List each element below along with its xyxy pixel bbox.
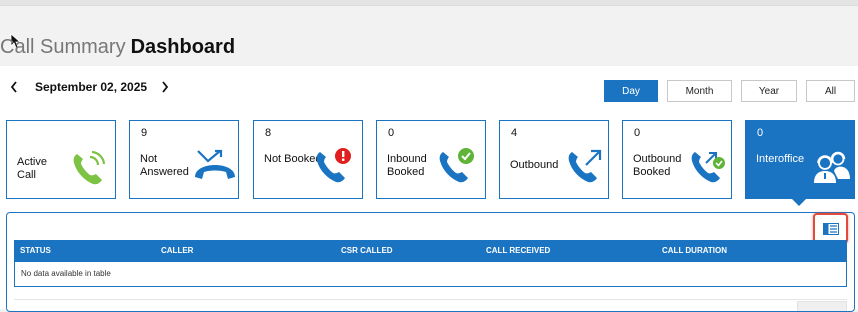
current-date: September 02, 2025 xyxy=(35,80,148,94)
page-title-bold: Dashboard xyxy=(130,36,236,58)
page-title-light: Call Summary xyxy=(0,36,126,58)
phone-check-icon xyxy=(437,147,477,190)
pagination-control[interactable] xyxy=(797,301,847,311)
period-year-button[interactable]: Year xyxy=(741,80,797,102)
date-navigator: September 02, 2025 xyxy=(6,79,173,95)
agents-icon xyxy=(810,149,852,190)
dashboard-panel: September 02, 2025 Day Month Year All Ac… xyxy=(0,66,858,312)
phone-alert-icon xyxy=(314,147,354,190)
column-status[interactable]: STATUS xyxy=(20,240,51,262)
phone-ringing-icon xyxy=(71,149,107,192)
table-empty-row: No data available in table xyxy=(14,262,847,287)
card-not-booked[interactable]: 8 Not Booked xyxy=(253,120,363,199)
card-active-call[interactable]: Active Call xyxy=(6,120,116,199)
card-label: Interoffice xyxy=(756,153,805,165)
table-footer-divider xyxy=(14,299,847,300)
period-month-button[interactable]: Month xyxy=(667,80,732,102)
card-label: Outbound Booked xyxy=(633,153,682,178)
page-title: Call Summary Dashboard xyxy=(0,36,235,59)
column-caller[interactable]: CALLER xyxy=(161,240,193,262)
top-bar xyxy=(0,0,858,6)
card-count: 0 xyxy=(634,127,641,139)
card-outbound-booked[interactable]: 0 Outbound Booked xyxy=(622,120,732,199)
period-day-button[interactable]: Day xyxy=(604,80,658,102)
export-table-icon xyxy=(822,222,839,235)
column-call-duration[interactable]: CALL DURATION xyxy=(662,240,727,262)
card-interoffice[interactable]: 0 Interoffice xyxy=(745,120,855,199)
column-call-received[interactable]: CALL RECEIVED xyxy=(486,240,550,262)
column-csr-called[interactable]: CSR CALLED xyxy=(341,240,393,262)
table-header: STATUS CALLER CSR CALLED CALL RECEIVED C… xyxy=(14,240,847,262)
card-outbound[interactable]: 4 Outbound xyxy=(499,120,609,199)
phone-outgoing-icon xyxy=(566,147,606,190)
card-label: Active Call xyxy=(17,156,47,181)
card-count: 0 xyxy=(388,127,395,139)
chevron-right-icon[interactable] xyxy=(157,79,173,95)
chevron-left-icon[interactable] xyxy=(6,79,22,95)
phone-outgoing-check-icon xyxy=(689,147,729,190)
card-count: 9 xyxy=(141,127,148,139)
card-count: 4 xyxy=(511,127,518,139)
missed-call-icon xyxy=(194,147,236,186)
card-label: Outbound xyxy=(510,159,559,171)
period-all-button[interactable]: All xyxy=(806,80,855,102)
active-card-caret xyxy=(792,199,806,206)
card-label: Not Answered xyxy=(140,153,189,178)
card-count: 0 xyxy=(757,127,764,139)
card-not-answered[interactable]: 9 Not Answered xyxy=(129,120,239,199)
card-count: 8 xyxy=(265,127,272,139)
card-inbound-booked[interactable]: 0 Inbound Booked xyxy=(376,120,486,199)
